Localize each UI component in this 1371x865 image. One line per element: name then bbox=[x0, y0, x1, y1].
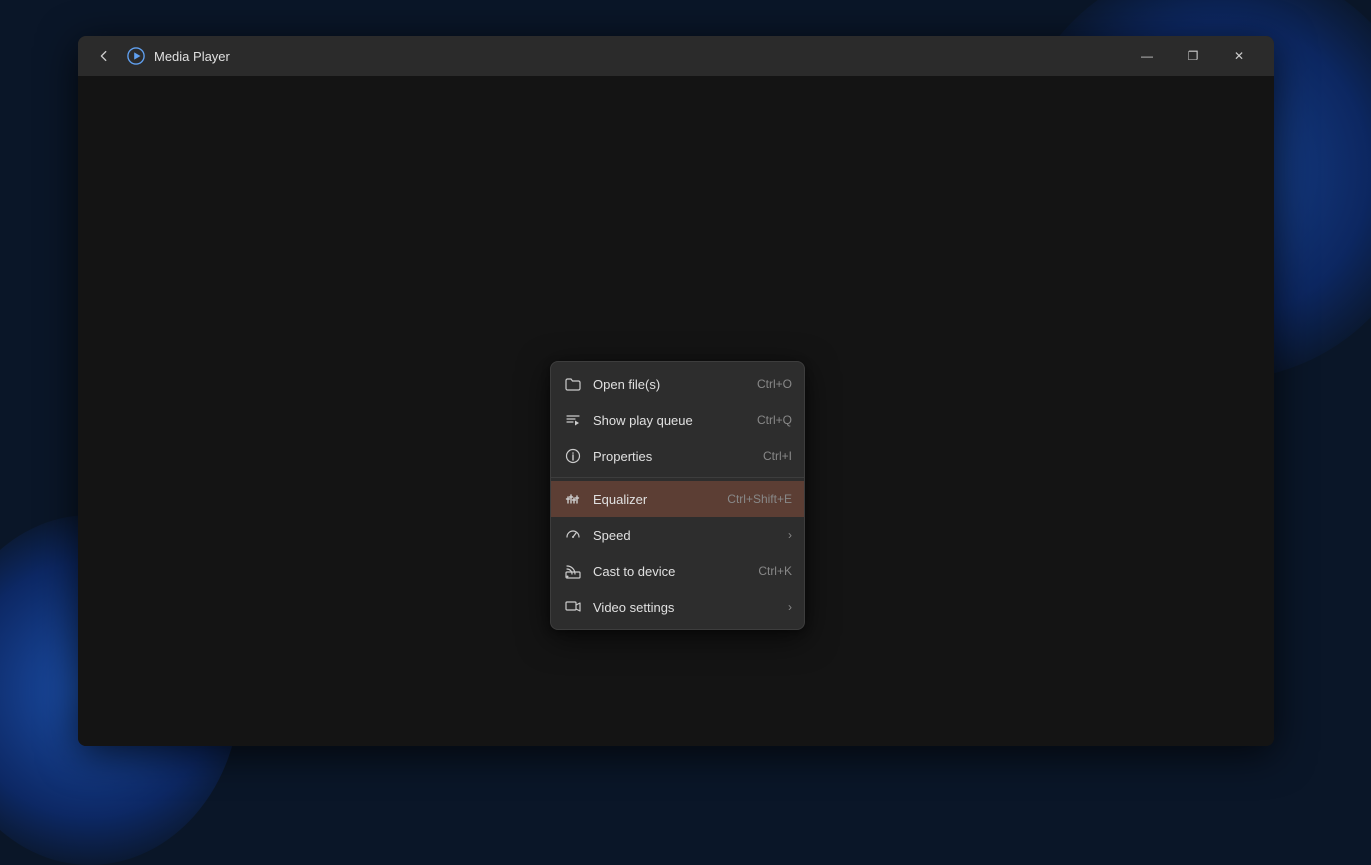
menu-label-properties: Properties bbox=[593, 449, 763, 464]
back-button[interactable] bbox=[90, 42, 118, 70]
menu-item-equalizer[interactable]: Equalizer Ctrl+Shift+E bbox=[551, 481, 804, 517]
menu-separator-1 bbox=[551, 477, 804, 478]
titlebar: Media Player — ❐ ✕ bbox=[78, 36, 1274, 76]
media-player-window: Media Player — ❐ ✕ Open file(s) Ctrl+O bbox=[78, 36, 1274, 746]
speed-arrow-icon: › bbox=[788, 528, 792, 542]
video-settings-icon bbox=[563, 597, 583, 617]
menu-label-open-files: Open file(s) bbox=[593, 377, 757, 392]
window-controls: — ❐ ✕ bbox=[1124, 40, 1262, 72]
menu-label-cast-to-device: Cast to device bbox=[593, 564, 758, 579]
menu-label-equalizer: Equalizer bbox=[593, 492, 727, 507]
menu-shortcut-equalizer: Ctrl+Shift+E bbox=[727, 492, 792, 506]
speed-icon bbox=[563, 525, 583, 545]
cast-icon bbox=[563, 561, 583, 581]
folder-icon bbox=[563, 374, 583, 394]
menu-item-speed[interactable]: Speed › bbox=[551, 517, 804, 553]
queue-icon bbox=[563, 410, 583, 430]
content-area: Open file(s) Ctrl+O Show play queue Ctrl… bbox=[78, 76, 1274, 746]
menu-item-cast-to-device[interactable]: Cast to device Ctrl+K bbox=[551, 553, 804, 589]
menu-label-video-settings: Video settings bbox=[593, 600, 780, 615]
video-settings-arrow-icon: › bbox=[788, 600, 792, 614]
menu-label-speed: Speed bbox=[593, 528, 780, 543]
menu-shortcut-properties: Ctrl+I bbox=[763, 449, 792, 463]
menu-label-show-play-queue: Show play queue bbox=[593, 413, 757, 428]
menu-item-properties[interactable]: Properties Ctrl+I bbox=[551, 438, 804, 474]
close-button[interactable]: ✕ bbox=[1216, 40, 1262, 72]
context-menu: Open file(s) Ctrl+O Show play queue Ctrl… bbox=[550, 361, 805, 630]
maximize-button[interactable]: ❐ bbox=[1170, 40, 1216, 72]
minimize-button[interactable]: — bbox=[1124, 40, 1170, 72]
menu-item-video-settings[interactable]: Video settings › bbox=[551, 589, 804, 625]
menu-item-open-files[interactable]: Open file(s) Ctrl+O bbox=[551, 366, 804, 402]
equalizer-icon bbox=[563, 489, 583, 509]
app-icon bbox=[126, 46, 146, 66]
info-icon bbox=[563, 446, 583, 466]
menu-shortcut-open-files: Ctrl+O bbox=[757, 377, 792, 391]
window-title: Media Player bbox=[154, 49, 1124, 64]
menu-shortcut-cast-to-device: Ctrl+K bbox=[758, 564, 792, 578]
menu-item-show-play-queue[interactable]: Show play queue Ctrl+Q bbox=[551, 402, 804, 438]
menu-shortcut-show-play-queue: Ctrl+Q bbox=[757, 413, 792, 427]
